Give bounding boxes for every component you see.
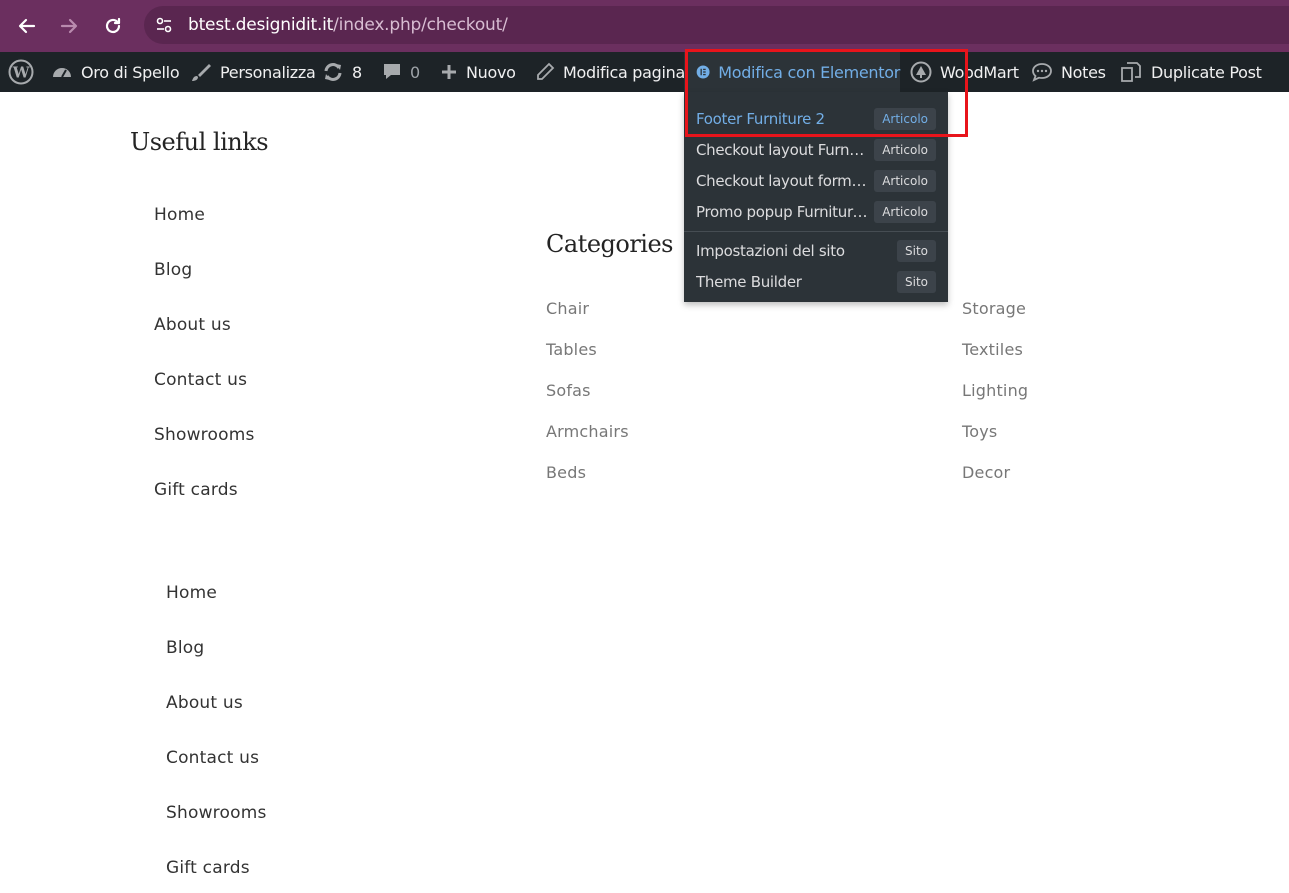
customize-label: Personalizza: [220, 62, 316, 82]
category-link-toys[interactable]: Toys: [962, 422, 997, 441]
dropdown-item-theme-builder[interactable]: Theme Builder Sito: [696, 269, 936, 295]
brush-icon: [192, 64, 211, 81]
wp-admin-bar: W Oro di Spello Personalizza 8 0 Nuovo M…: [0, 52, 1289, 92]
dropdown-item-badge: Articolo: [874, 170, 936, 192]
dropdown-item-name: Checkout layout form Furniture: [696, 172, 868, 190]
dropdown-item-checkout-layout[interactable]: Checkout layout Furniture Articolo: [696, 137, 936, 163]
wordpress-logo-button[interactable]: W: [8, 52, 34, 92]
updates-link[interactable]: 8: [322, 52, 362, 92]
pencil-icon: [537, 62, 555, 80]
comments-link[interactable]: 0: [382, 52, 420, 92]
footer-link-home[interactable]: Home: [154, 205, 205, 225]
dropdown-item-badge: Articolo: [874, 201, 936, 223]
category-link-beds[interactable]: Beds: [546, 463, 586, 482]
reload-button[interactable]: [99, 12, 127, 40]
category-link-sofas[interactable]: Sofas: [546, 381, 591, 400]
site-name-label: Oro di Spello: [81, 62, 180, 82]
dropdown-item-site-settings[interactable]: Impostazioni del sito Sito: [696, 238, 936, 264]
dropdown-item-checkout-form[interactable]: Checkout layout form Furniture Articolo: [696, 168, 936, 194]
svg-text:W: W: [12, 64, 31, 82]
edit-page-label: Modifica pagina: [563, 62, 685, 82]
url-text[interactable]: btest.designidit.it/index.php/checkout/: [188, 15, 508, 35]
dropdown-item-promo-popup[interactable]: Promo popup Furniture2 Articolo: [696, 199, 936, 225]
plus-icon: [442, 65, 456, 79]
dropdown-item-name: Impostazioni del sito: [696, 242, 845, 260]
duplicate-post-link[interactable]: Duplicate Post: [1119, 52, 1262, 92]
url-host: btest.designidit.it: [188, 15, 334, 35]
dropdown-item-name: Promo popup Furniture2: [696, 203, 868, 221]
wordpress-icon: W: [8, 59, 34, 85]
menu-link-about[interactable]: About us: [166, 693, 243, 713]
dropdown-item-name: Theme Builder: [696, 273, 802, 291]
address-bar[interactable]: btest.designidit.it/index.php/checkout/: [144, 6, 1289, 44]
dropdown-item-name: Checkout layout Furniture: [696, 141, 868, 159]
category-link-tables[interactable]: Tables: [546, 340, 597, 359]
back-button[interactable]: [13, 12, 41, 40]
comments-count: 0: [410, 62, 420, 82]
notes-label: Notes: [1061, 62, 1106, 82]
dropdown-item-badge: Sito: [897, 240, 936, 262]
chat-bubble-icon: [1032, 63, 1052, 82]
updates-count: 8: [352, 62, 362, 82]
footer-link-showrooms[interactable]: Showrooms: [154, 425, 255, 445]
site-name-link[interactable]: Oro di Spello: [51, 52, 180, 92]
updates-icon: [324, 63, 342, 81]
customize-link[interactable]: Personalizza: [190, 52, 316, 92]
comment-icon: [384, 64, 400, 79]
category-link-chair[interactable]: Chair: [546, 299, 589, 318]
category-link-textiles[interactable]: Textiles: [962, 340, 1023, 359]
browser-toolbar: btest.designidit.it/index.php/checkout/: [0, 0, 1289, 52]
useful-links-heading: Useful links: [130, 128, 269, 156]
forward-button[interactable]: [55, 12, 83, 40]
new-label: Nuovo: [466, 62, 516, 82]
footer-link-about[interactable]: About us: [154, 315, 231, 335]
footer-link-blog[interactable]: Blog: [154, 260, 192, 280]
menu-link-contact[interactable]: Contact us: [166, 748, 259, 768]
category-link-storage[interactable]: Storage: [962, 299, 1026, 318]
dropdown-item-badge: Sito: [897, 271, 936, 293]
category-link-armchairs[interactable]: Armchairs: [546, 422, 629, 441]
duplicate-post-label: Duplicate Post: [1151, 62, 1262, 82]
menu-link-blog[interactable]: Blog: [166, 638, 204, 658]
site-settings-icon[interactable]: [154, 15, 174, 35]
categories-heading: Categories: [546, 230, 674, 258]
url-path: /index.php/checkout/: [333, 15, 508, 35]
duplicate-icon: [1121, 62, 1141, 82]
footer-link-contact[interactable]: Contact us: [154, 370, 247, 390]
category-link-decor[interactable]: Decor: [962, 463, 1010, 482]
menu-link-home[interactable]: Home: [166, 583, 217, 603]
notes-link[interactable]: Notes: [1031, 52, 1106, 92]
highlight-annotation: [685, 49, 968, 137]
arrow-left-icon: [18, 18, 36, 34]
new-content-link[interactable]: Nuovo: [440, 52, 516, 92]
footer-link-gift-cards[interactable]: Gift cards: [154, 480, 238, 500]
edit-page-link[interactable]: Modifica pagina: [535, 52, 685, 92]
reload-icon: [105, 17, 121, 34]
arrow-right-icon: [60, 18, 78, 34]
menu-link-showrooms[interactable]: Showrooms: [166, 803, 267, 823]
dropdown-divider: [684, 231, 948, 232]
dashboard-icon: [53, 68, 71, 78]
dropdown-item-badge: Articolo: [874, 139, 936, 161]
menu-link-gift-cards[interactable]: Gift cards: [166, 858, 250, 878]
category-link-lighting[interactable]: Lighting: [962, 381, 1028, 400]
